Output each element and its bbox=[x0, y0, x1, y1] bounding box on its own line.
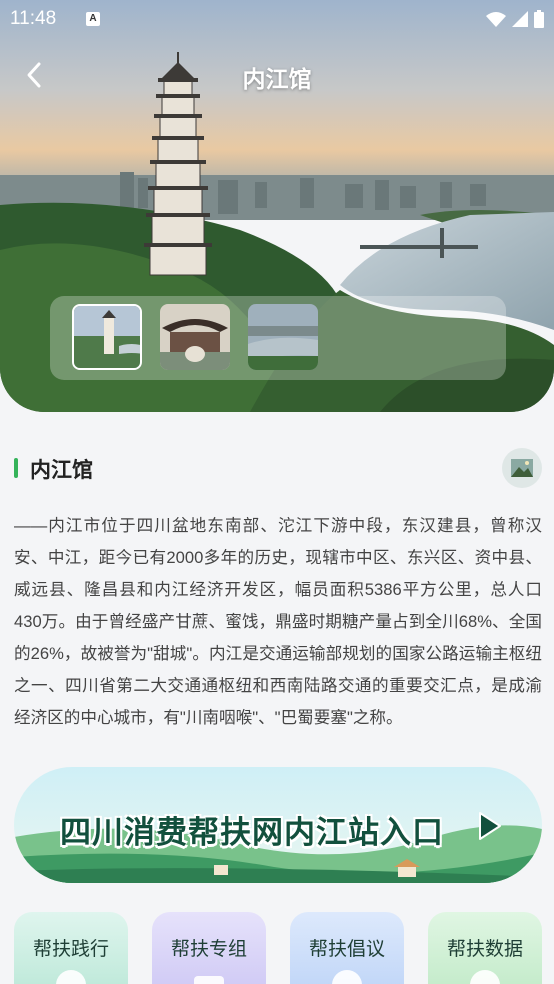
card-label: 帮扶倡议 bbox=[308, 939, 385, 960]
thumbnail-river-city[interactable] bbox=[248, 304, 318, 370]
city-description: ——内江市位于四川盆地东南部、沱江下游中段，东汉建县，曾称汉安、中江，距今已有2… bbox=[14, 516, 542, 727]
sim-badge: A bbox=[86, 12, 100, 26]
photo-thumbnail-strip bbox=[50, 296, 506, 380]
hero-banner: 11:48 A 内江馆 bbox=[0, 0, 554, 412]
card-support-practice[interactable]: 帮扶践行 bbox=[14, 912, 128, 984]
pie-chart-icon bbox=[470, 970, 500, 984]
signal-icon bbox=[512, 11, 528, 27]
map-thumbnail-button[interactable] bbox=[502, 448, 542, 488]
card-support-initiative[interactable]: 帮扶倡议 bbox=[290, 912, 404, 984]
clock: 11:48 bbox=[10, 8, 57, 29]
banner-label: 四川消费帮扶网内江站入口 bbox=[60, 815, 444, 850]
card-label: 帮扶数据 bbox=[446, 939, 523, 960]
consumption-support-entrance-banner[interactable]: 四川消费帮扶网内江站入口 bbox=[14, 767, 542, 883]
card-support-team[interactable]: 帮扶专组 bbox=[152, 912, 266, 984]
section-title: 内江馆 bbox=[30, 459, 93, 482]
thumbnail-pavilion[interactable] bbox=[160, 304, 230, 370]
accent-bar bbox=[14, 458, 18, 478]
battery-icon bbox=[534, 10, 544, 28]
palette-icon bbox=[56, 970, 86, 984]
status-bar: 11:48 A bbox=[0, 0, 554, 40]
section-header: 内江馆 bbox=[14, 448, 542, 488]
card-label: 帮扶专组 bbox=[170, 939, 247, 960]
person-icon bbox=[332, 970, 362, 984]
wifi-icon bbox=[486, 12, 506, 27]
document-icon bbox=[194, 976, 224, 984]
page-title: 内江馆 bbox=[242, 66, 312, 92]
app-screen: 11:48 A 内江馆 内江馆 ——内江市位于四川盆地东南部、沱江下游中段，东汉… bbox=[0, 0, 554, 984]
card-label: 帮扶践行 bbox=[32, 939, 109, 960]
play-arrow-icon bbox=[479, 812, 501, 840]
landscape-icon bbox=[511, 459, 533, 477]
card-support-data[interactable]: 帮扶数据 bbox=[428, 912, 542, 984]
thumbnail-tower[interactable] bbox=[72, 304, 142, 370]
